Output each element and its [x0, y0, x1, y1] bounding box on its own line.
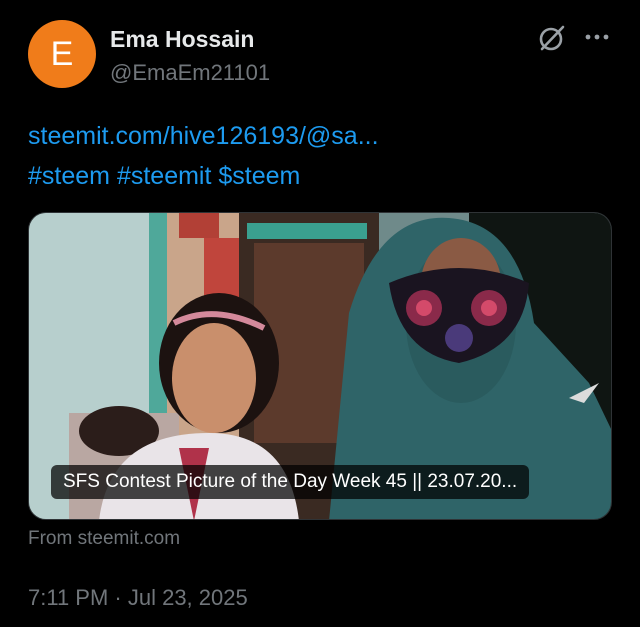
link-card[interactable]: SFS Contest Picture of the Day Week 45 |… — [28, 212, 612, 520]
hashtag-steem[interactable]: #steem — [28, 162, 110, 190]
link[interactable]: steemit.com/hive126193/@sa... — [28, 122, 379, 150]
cashtag-steem[interactable]: $steem — [218, 162, 300, 190]
card-title: SFS Contest Picture of the Day Week 45 |… — [51, 465, 530, 499]
more-icon[interactable] — [582, 22, 612, 52]
hashtag-steemit[interactable]: #steemit — [117, 162, 211, 190]
author-name[interactable]: Ema Hossain — [110, 26, 254, 53]
avatar-initial: E — [50, 34, 74, 73]
tweet: E Ema Hossain @EmaEm21101 steemit.com/hi… — [0, 0, 640, 627]
card-source[interactable]: From steemit.com — [28, 528, 180, 550]
tweet-text: steemit.com/hive126193/@sa... #steem #st… — [28, 116, 379, 196]
timestamp[interactable]: 7:11 PM · Jul 23, 2025 — [28, 585, 248, 611]
avatar[interactable]: E — [28, 20, 96, 88]
grok-icon[interactable] — [536, 22, 568, 54]
author-handle[interactable]: @EmaEm21101 — [110, 60, 270, 86]
